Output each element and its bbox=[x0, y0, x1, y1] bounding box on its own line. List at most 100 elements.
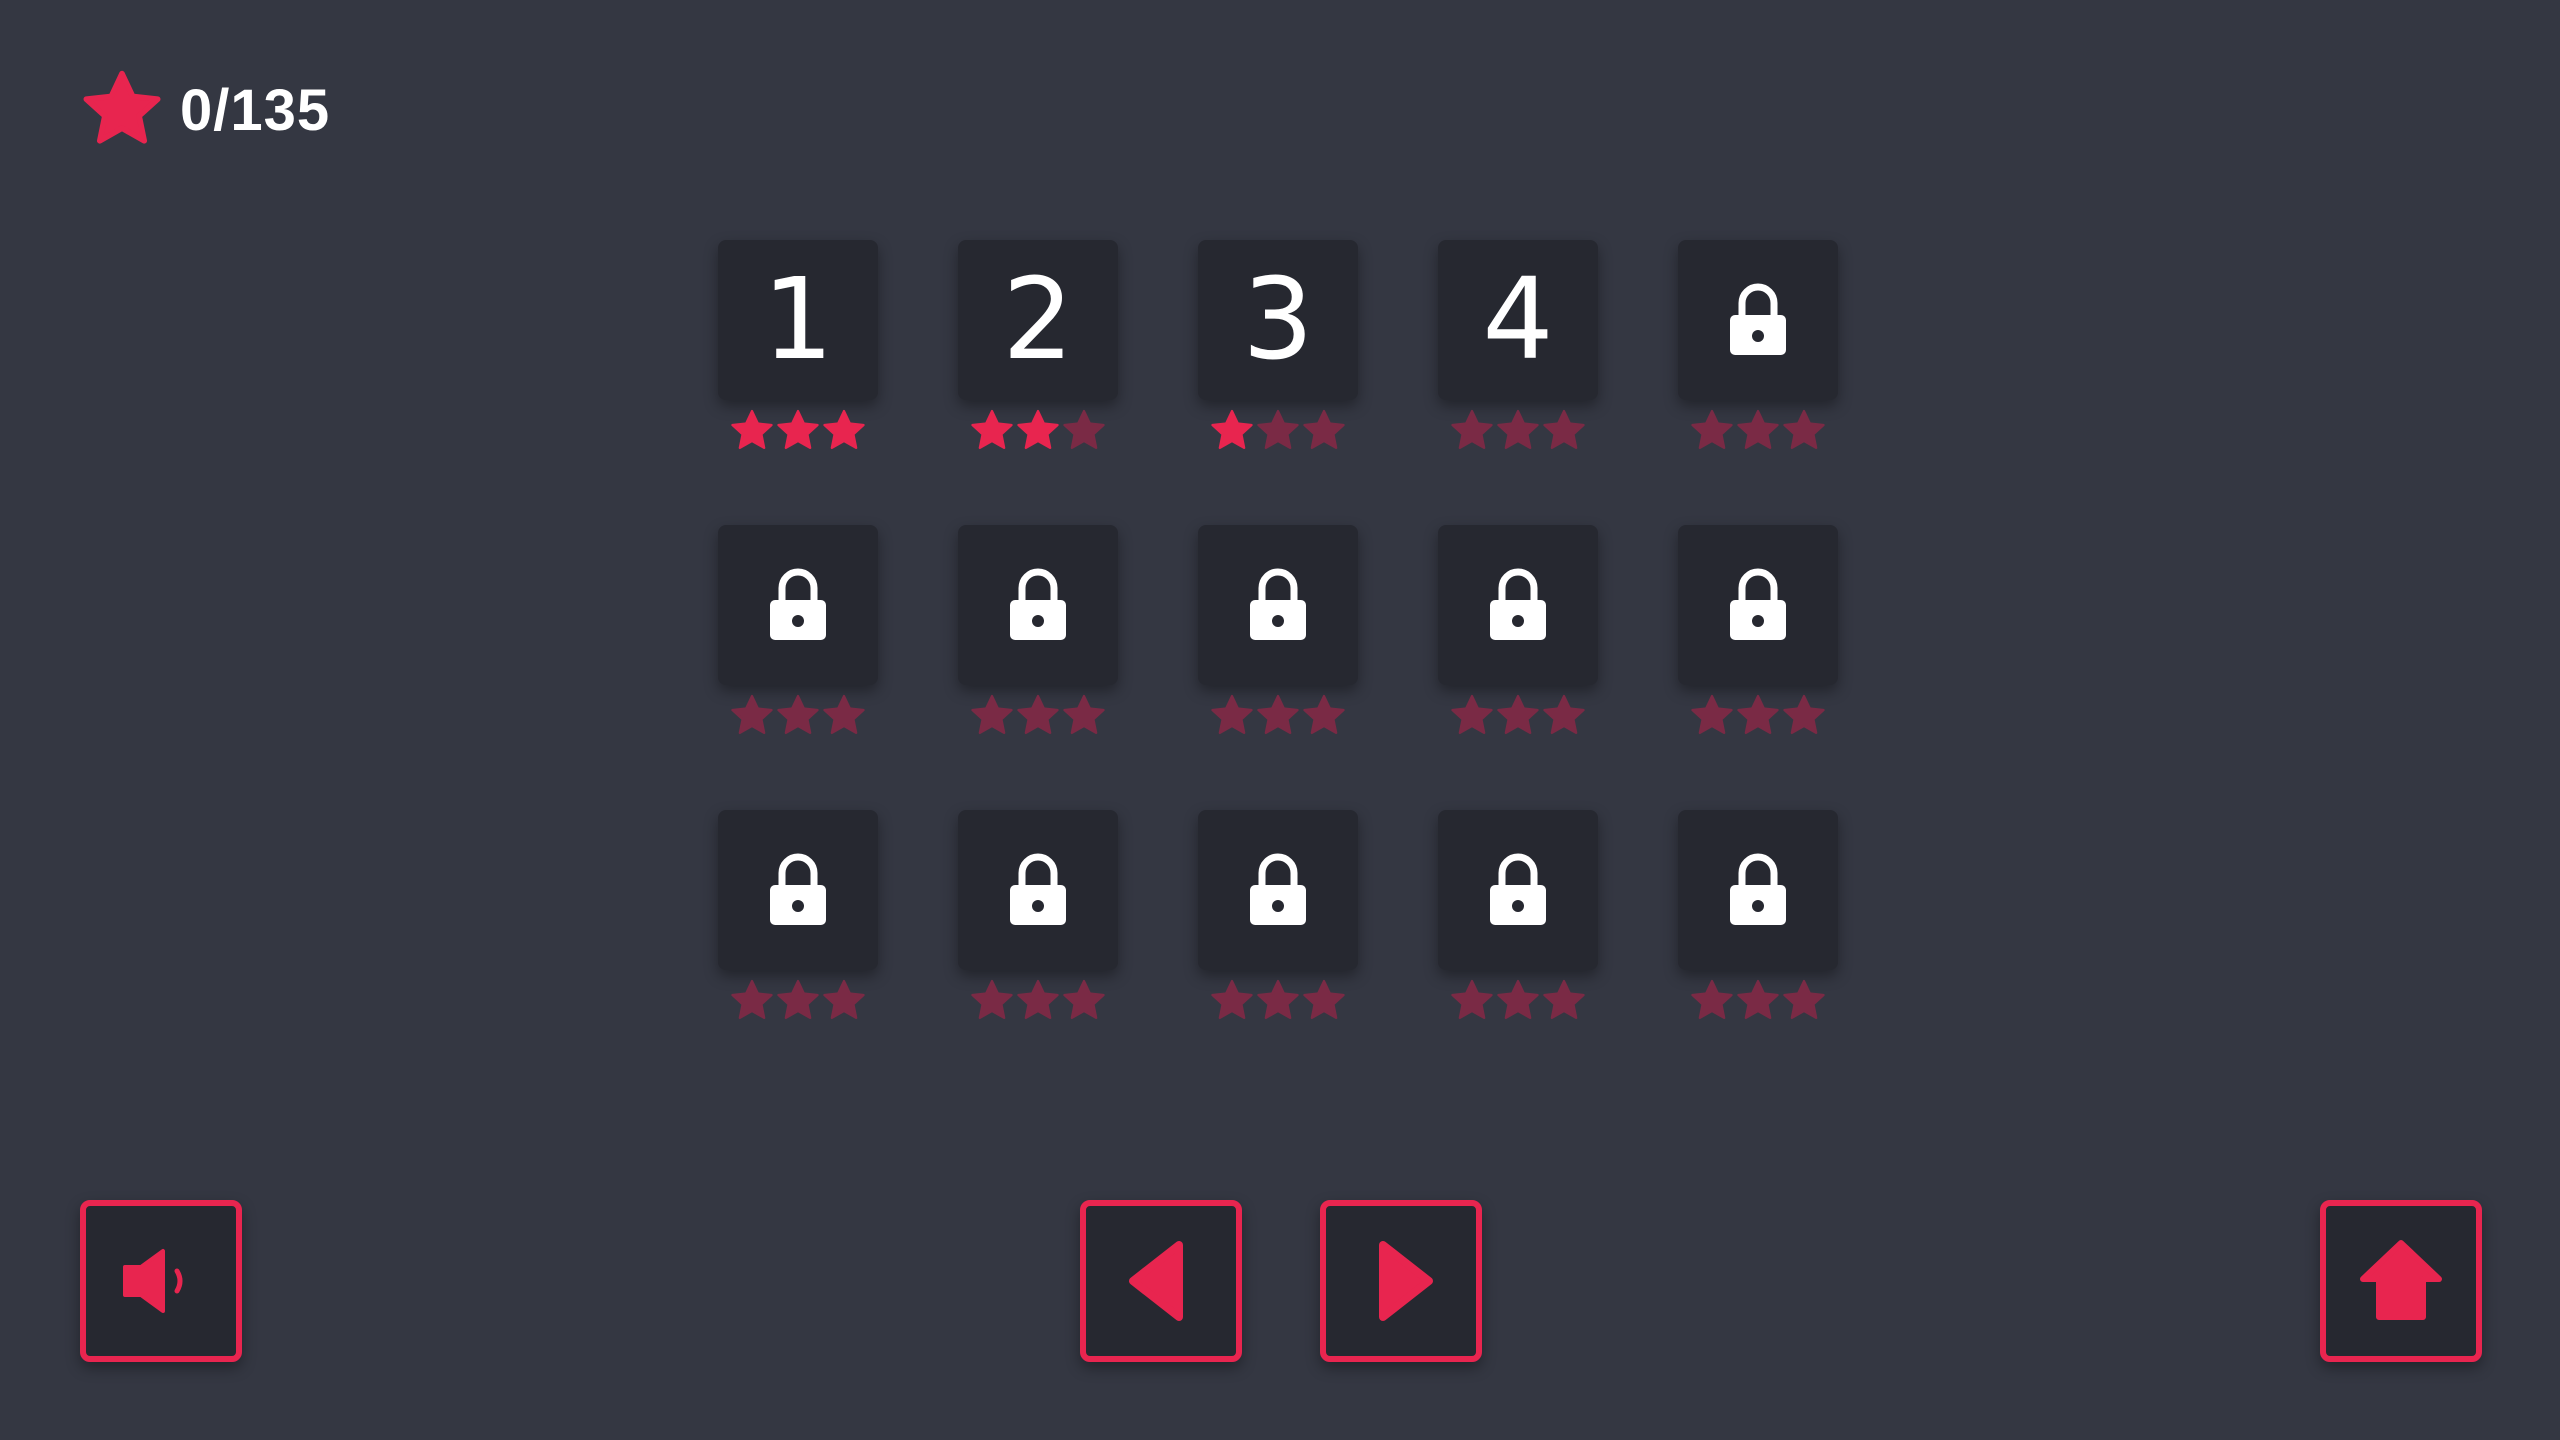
star-filled-icon bbox=[777, 409, 819, 450]
home-icon bbox=[2360, 1240, 2442, 1320]
star-empty-icon bbox=[823, 694, 865, 735]
level-tile-locked[interactable] bbox=[958, 810, 1118, 970]
star-empty-icon bbox=[1017, 979, 1059, 1020]
level-number: 3 bbox=[1242, 255, 1314, 385]
level-item bbox=[1678, 810, 1838, 1046]
star-filled-icon bbox=[1017, 409, 1059, 450]
level-tile-locked[interactable] bbox=[1438, 810, 1598, 970]
level-stars bbox=[1678, 691, 1838, 741]
star-empty-icon bbox=[971, 694, 1013, 735]
sound-button[interactable] bbox=[80, 1200, 242, 1362]
level-stars bbox=[958, 691, 1118, 741]
level-item bbox=[718, 810, 878, 1046]
star-empty-icon bbox=[1063, 979, 1105, 1020]
level-stars bbox=[718, 406, 878, 456]
level-stars bbox=[718, 691, 878, 741]
lock-icon bbox=[1490, 568, 1546, 640]
star-empty-icon bbox=[1451, 694, 1493, 735]
level-grid: 1 2 3 4 bbox=[0, 0, 2560, 1440]
next-page-button[interactable] bbox=[1320, 1200, 1482, 1362]
level-tile-locked[interactable] bbox=[1678, 240, 1838, 400]
level-tile-locked[interactable] bbox=[718, 810, 878, 970]
level-item bbox=[1198, 810, 1358, 1046]
level-number: 1 bbox=[762, 255, 834, 385]
level-number: 2 bbox=[1002, 255, 1074, 385]
level-item bbox=[718, 525, 878, 761]
level-item bbox=[1438, 810, 1598, 1046]
level-item bbox=[1198, 525, 1358, 761]
level-tile-locked[interactable] bbox=[1438, 525, 1598, 685]
star-empty-icon bbox=[1783, 979, 1825, 1020]
lock-icon bbox=[1730, 853, 1786, 925]
level-tile-locked[interactable] bbox=[1198, 525, 1358, 685]
star-empty-icon bbox=[1211, 694, 1253, 735]
lock-icon bbox=[770, 853, 826, 925]
star-empty-icon bbox=[1737, 694, 1779, 735]
level-item bbox=[958, 810, 1118, 1046]
star-empty-icon bbox=[1543, 694, 1585, 735]
level-item bbox=[958, 525, 1118, 761]
star-empty-icon bbox=[1783, 694, 1825, 735]
level-stars bbox=[1198, 406, 1358, 456]
lock-icon bbox=[1730, 568, 1786, 640]
level-tile[interactable]: 1 bbox=[718, 240, 878, 400]
star-empty-icon bbox=[1257, 979, 1299, 1020]
star-empty-icon bbox=[1257, 409, 1299, 450]
star-empty-icon bbox=[1257, 694, 1299, 735]
level-item: 3 bbox=[1198, 240, 1358, 476]
star-empty-icon bbox=[1451, 979, 1493, 1020]
star-filled-icon bbox=[1211, 409, 1253, 450]
star-empty-icon bbox=[777, 979, 819, 1020]
star-empty-icon bbox=[1211, 979, 1253, 1020]
star-empty-icon bbox=[731, 979, 773, 1020]
level-tile[interactable]: 4 bbox=[1438, 240, 1598, 400]
star-empty-icon bbox=[1497, 409, 1539, 450]
star-empty-icon bbox=[1497, 979, 1539, 1020]
star-empty-icon bbox=[1303, 409, 1345, 450]
level-stars bbox=[1678, 976, 1838, 1026]
level-tile[interactable]: 2 bbox=[958, 240, 1118, 400]
arrow-left-icon bbox=[1129, 1241, 1183, 1321]
star-empty-icon bbox=[1543, 409, 1585, 450]
level-stars bbox=[1438, 691, 1598, 741]
star-empty-icon bbox=[1691, 979, 1733, 1020]
level-stars bbox=[1198, 691, 1358, 741]
level-tile[interactable]: 3 bbox=[1198, 240, 1358, 400]
level-tile-locked[interactable] bbox=[958, 525, 1118, 685]
star-empty-icon bbox=[1691, 694, 1733, 735]
level-item bbox=[1678, 240, 1838, 476]
arrow-right-icon bbox=[1379, 1241, 1433, 1321]
star-empty-icon bbox=[777, 694, 819, 735]
star-empty-icon bbox=[1783, 409, 1825, 450]
level-number: 4 bbox=[1482, 255, 1554, 385]
lock-icon bbox=[1010, 568, 1066, 640]
lock-icon bbox=[1250, 568, 1306, 640]
speaker-icon bbox=[123, 1249, 183, 1313]
level-stars bbox=[958, 406, 1118, 456]
lock-icon bbox=[770, 568, 826, 640]
lock-icon bbox=[1490, 853, 1546, 925]
star-filled-icon bbox=[971, 409, 1013, 450]
level-tile-locked[interactable] bbox=[718, 525, 878, 685]
level-stars bbox=[1678, 406, 1838, 456]
level-stars bbox=[958, 976, 1118, 1026]
prev-page-button[interactable] bbox=[1080, 1200, 1242, 1362]
star-empty-icon bbox=[1063, 409, 1105, 450]
level-tile-locked[interactable] bbox=[1678, 810, 1838, 970]
lock-icon bbox=[1250, 853, 1306, 925]
level-tile-locked[interactable] bbox=[1198, 810, 1358, 970]
level-item: 1 bbox=[718, 240, 878, 476]
lock-icon bbox=[1010, 853, 1066, 925]
star-empty-icon bbox=[1303, 694, 1345, 735]
level-tile-locked[interactable] bbox=[1678, 525, 1838, 685]
level-item bbox=[1438, 525, 1598, 761]
star-empty-icon bbox=[1017, 694, 1059, 735]
level-item: 4 bbox=[1438, 240, 1598, 476]
lock-icon bbox=[1730, 283, 1786, 355]
star-empty-icon bbox=[1451, 409, 1493, 450]
star-empty-icon bbox=[1303, 979, 1345, 1020]
level-item: 2 bbox=[958, 240, 1118, 476]
star-empty-icon bbox=[1737, 979, 1779, 1020]
level-stars bbox=[718, 976, 878, 1026]
home-button[interactable] bbox=[2320, 1200, 2482, 1362]
